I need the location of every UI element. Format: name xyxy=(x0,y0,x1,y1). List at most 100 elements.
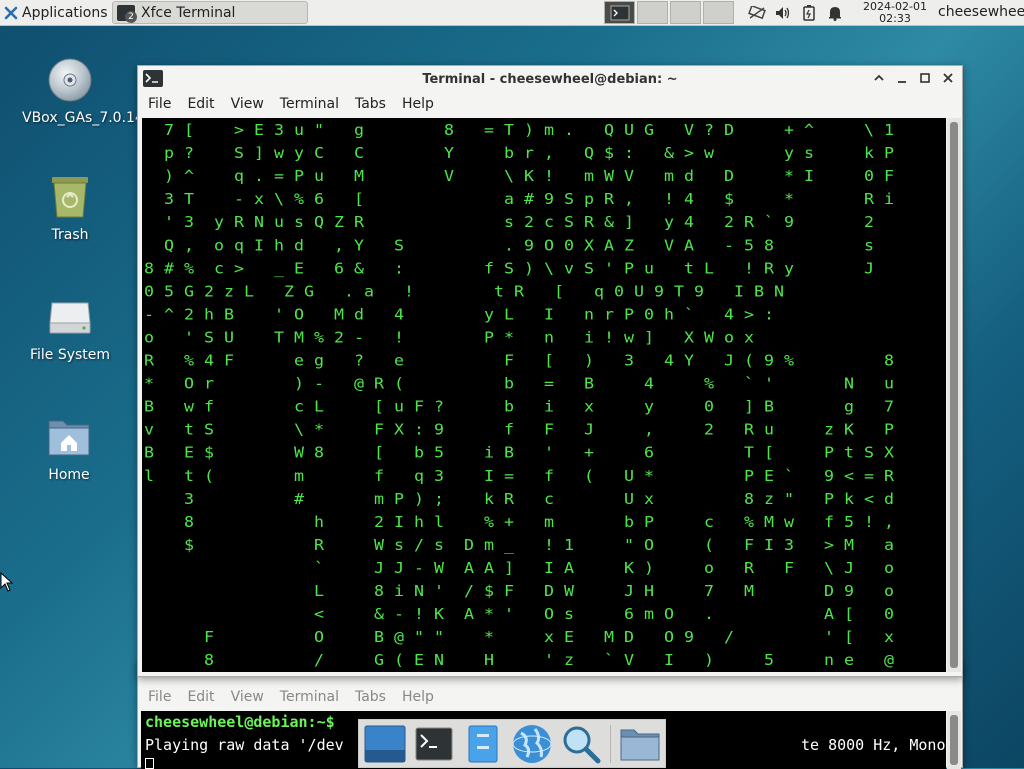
menu-tabs[interactable]: Tabs xyxy=(347,96,394,112)
shade-button[interactable] xyxy=(870,69,887,86)
menu-terminal[interactable]: Terminal xyxy=(272,689,347,705)
window-titlebar[interactable]: Terminal - cheesewheel@debian: ~ xyxy=(138,66,962,92)
notifications-bell-icon[interactable] xyxy=(826,4,844,22)
matrix-row: 7 [ > E 3 u " g 8 = T ) m . Q U G V ? D … xyxy=(144,121,894,139)
terminal-menubar: File Edit View Terminal Tabs Help xyxy=(138,92,962,116)
workspace-4[interactable] xyxy=(703,1,734,24)
terminal-window-main[interactable]: Terminal - cheesewheel@debian: ~ File Ed… xyxy=(137,65,963,677)
workspace-3[interactable] xyxy=(670,1,701,24)
web-browser-icon xyxy=(512,724,552,763)
minimize-icon xyxy=(897,80,906,83)
terminal-output-matrix[interactable]: 7 [ > E 3 u " g 8 = T ) m . Q U G V ? D … xyxy=(142,118,946,672)
menu-terminal[interactable]: Terminal xyxy=(272,96,347,112)
top-panel: Applications ⁝ 2 Xfce Terminal 2024-02-0… xyxy=(0,0,1024,26)
menu-tabs[interactable]: Tabs xyxy=(347,689,394,705)
matrix-row: 8 # % c > _ E 6 & : f S ) \ v S ' P u t … xyxy=(144,259,874,277)
show-desktop-icon xyxy=(364,725,406,762)
window-count-badge: 2 xyxy=(125,10,137,23)
matrix-row: 3 T - x \ % 6 [ a # 9 S p R , ! 4 $ * R … xyxy=(144,190,894,208)
home-folder-icon xyxy=(45,413,93,461)
desktop-icon-trash[interactable]: Trash xyxy=(22,173,118,244)
trash-icon xyxy=(46,173,94,221)
dock-folder[interactable] xyxy=(618,722,662,766)
file-manager-icon xyxy=(468,725,498,762)
dock-terminal[interactable] xyxy=(412,722,456,766)
terminal-scrollbar[interactable] xyxy=(947,118,961,672)
matrix-row: ` J J - W A A ] I A K ) o R F \ J o xyxy=(144,559,894,577)
menu-file[interactable]: File xyxy=(140,96,179,112)
workspace-2[interactable] xyxy=(637,1,668,24)
matrix-row: < & - ! K A * ' O s 6 m O . A [ 0 xyxy=(144,605,894,623)
app-finder-icon xyxy=(563,726,601,763)
workspace-switcher xyxy=(604,1,734,24)
dock-file-manager[interactable] xyxy=(461,722,505,766)
menu-view[interactable]: View xyxy=(223,96,272,112)
terminal-icon xyxy=(415,727,453,760)
minimize-button[interactable] xyxy=(893,69,910,86)
scrollbar-thumb[interactable] xyxy=(950,122,958,668)
shell-prompt: cheesewheel@debian:~$ xyxy=(145,713,335,731)
dock-panel xyxy=(358,719,666,768)
desktop-icon-label: File System xyxy=(29,347,111,363)
menu-help[interactable]: Help xyxy=(394,96,442,112)
matrix-row: 0 5 G 2 z L Z G . a ! t R [ q 0 U 9 T 9 … xyxy=(144,282,784,300)
matrix-row: ' 3 y R N u s Q Z R s 2 c S R & ] y 4 2 … xyxy=(144,213,874,231)
maximize-icon xyxy=(919,72,930,83)
scrollbar-thumb[interactable] xyxy=(950,715,958,765)
desktop-icon-home[interactable]: Home xyxy=(21,413,117,484)
taskbar-button-xfce-terminal[interactable]: 2 Xfce Terminal xyxy=(112,1,308,24)
matrix-row: - ^ 2 h B ' O M d 4 y L I n r P 0 h ` 4 … xyxy=(144,305,774,323)
terminal-output-left: Playing raw data '/dev xyxy=(145,736,344,754)
matrix-row: ) ^ q . = P u M V \ K ! m W V m d D * I … xyxy=(144,167,894,185)
dock-web-browser[interactable] xyxy=(510,722,554,766)
clock-time: 02:33 xyxy=(879,12,911,25)
shell-command xyxy=(335,713,344,731)
matrix-row: 8 h 2 I h l % + m b P c % M w f 5 ! , xyxy=(144,513,894,531)
network-icon[interactable] xyxy=(748,4,766,22)
xfce-logo-icon xyxy=(4,6,18,20)
maximize-button[interactable] xyxy=(916,69,933,86)
system-tray xyxy=(748,0,844,26)
user-menu[interactable]: cheesewheel xyxy=(938,4,1024,20)
menu-help[interactable]: Help xyxy=(394,689,442,705)
chevron-up-icon xyxy=(873,74,884,81)
background-terminal-menubar: File Edit View Terminal Tabs Help xyxy=(138,685,962,709)
dock-show-desktop[interactable] xyxy=(363,722,407,766)
matrix-row: 8 / G ( E N H ' z ` V I ) 5 n e @ xyxy=(144,651,894,669)
close-icon xyxy=(942,72,953,83)
terminal-cursor xyxy=(145,758,154,769)
dock-separator xyxy=(610,724,611,763)
panel-clock[interactable]: 2024-02-01 02:33 xyxy=(856,1,934,25)
applications-menu-button[interactable]: Applications ⁝ xyxy=(0,0,119,26)
menu-file[interactable]: File xyxy=(140,689,179,705)
matrix-row: B E $ W 8 [ b 5 i B ' + 6 T [ P t S X xyxy=(144,444,894,462)
taskbar-button-label: Xfce Terminal xyxy=(141,4,236,21)
workspace-1[interactable] xyxy=(604,1,635,24)
close-button[interactable] xyxy=(939,69,956,86)
matrix-row: v t S \ * F X : 9 f F J , 2 R u z K P xyxy=(144,421,894,439)
menu-edit[interactable]: Edit xyxy=(179,96,222,112)
menu-view[interactable]: View xyxy=(223,689,272,705)
menu-edit[interactable]: Edit xyxy=(179,689,222,705)
matrix-row: l t ( m f q 3 I = f ( U * P E ` 9 < = R xyxy=(144,467,895,485)
desktop-icon-vbox-gas[interactable]: VBox_GAs_7.0.14 xyxy=(22,56,144,127)
matrix-row: * O r ) - @ R ( b = B 4 % ` ' N u xyxy=(144,375,894,393)
disc-icon xyxy=(46,56,94,104)
power-icon[interactable] xyxy=(800,4,818,22)
terminal-output-right: te 8000 Hz, Mono xyxy=(801,736,946,754)
terminal-task-icon: 2 xyxy=(117,4,137,23)
matrix-row: R % 4 F e g ? e F [ ) 3 4 Y J ( 9 % 8 xyxy=(144,352,894,370)
applications-label: Applications xyxy=(22,4,108,21)
desktop-icon-file-system[interactable]: File System xyxy=(22,293,118,364)
matrix-row: Q , o q I h d , Y S . 9 O 0 X A Z V A - … xyxy=(144,236,874,254)
mouse-pointer-icon xyxy=(0,572,14,592)
window-controls xyxy=(870,69,956,86)
matrix-row: L 8 i N ' / $ F D W J H 7 M D 9 o xyxy=(144,582,894,600)
volume-icon[interactable] xyxy=(774,4,792,22)
matrix-row: p ? S ] w y C C Y b r , Q $ : & > w y s … xyxy=(144,144,894,162)
desktop-icon-label: Home xyxy=(48,467,90,483)
dock-app-finder[interactable] xyxy=(559,722,603,766)
desktop-icon-label: VBox_GAs_7.0.14 xyxy=(22,110,144,126)
background-terminal-scrollbar[interactable] xyxy=(947,711,961,769)
matrix-row: F O B @ " " * x E M D O 9 / ' [ x xyxy=(144,628,894,646)
